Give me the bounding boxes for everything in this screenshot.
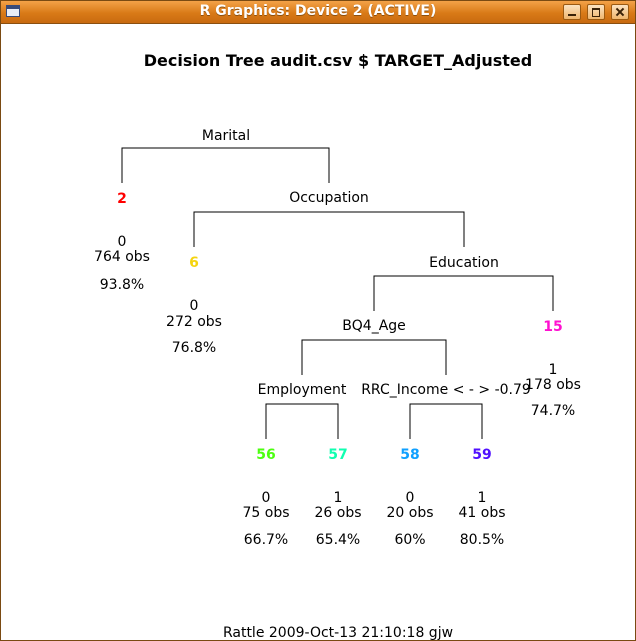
branch-root xyxy=(121,147,330,183)
branch-bq4-age xyxy=(301,339,447,375)
leaf-id: 2 xyxy=(117,191,127,207)
leaf-id: 58 xyxy=(400,447,419,463)
leaf-obs: 178 obs xyxy=(525,377,581,393)
leaf-node: 2 0 764 obs 93.8% xyxy=(94,191,150,293)
leaf-pct: 93.8% xyxy=(100,277,144,293)
leaf-id: 6 xyxy=(189,255,199,271)
leaf-node: 58 0 20 obs 60% xyxy=(386,447,433,548)
leaf-class: 0 xyxy=(118,234,127,250)
leaf-id: 15 xyxy=(543,319,562,335)
title-bar[interactable]: R Graphics: Device 2 (ACTIVE) xyxy=(1,1,635,24)
leaf-pct: 76.8% xyxy=(172,340,216,356)
leaf-class: 1 xyxy=(549,362,558,378)
close-button[interactable] xyxy=(611,4,629,20)
branch-education xyxy=(373,275,554,311)
leaf-node: 15 1 178 obs 74.7% xyxy=(525,319,581,419)
leaf-obs: 26 obs xyxy=(314,505,361,521)
leaf-pct: 80.5% xyxy=(460,532,504,548)
branch-occupation xyxy=(193,211,465,247)
leaf-obs: 764 obs xyxy=(94,249,150,265)
maximize-button[interactable] xyxy=(587,4,605,20)
split-label-employment: Employment xyxy=(258,382,347,398)
branch-rrc-income xyxy=(409,403,483,439)
leaf-node: 56 0 75 obs 66.7% xyxy=(242,447,289,548)
leaf-id: 56 xyxy=(256,447,275,463)
leaf-node: 57 1 26 obs 65.4% xyxy=(314,447,361,548)
leaf-class: 1 xyxy=(478,490,487,506)
leaf-class: 0 xyxy=(190,298,199,314)
leaf-obs: 272 obs xyxy=(166,314,222,330)
leaf-class: 1 xyxy=(334,490,343,506)
split-label-rrc-income: RRC_Income < - > -0.79 xyxy=(361,382,531,398)
leaf-pct: 60% xyxy=(394,532,425,548)
leaf-class: 0 xyxy=(406,490,415,506)
leaf-class: 0 xyxy=(262,490,271,506)
leaf-id: 57 xyxy=(328,447,347,463)
plot-footer: Rattle 2009-Oct-13 21:10:18 gjw xyxy=(223,625,453,640)
r-graphics-window: R Graphics: Device 2 (ACTIVE) Decision T… xyxy=(0,0,636,641)
leaf-node: 59 1 41 obs 80.5% xyxy=(458,447,505,548)
split-label-occupation: Occupation xyxy=(289,190,369,206)
leaf-obs: 41 obs xyxy=(458,505,505,521)
split-label-education: Education xyxy=(429,255,499,271)
split-label-marital: Marital xyxy=(202,128,250,144)
leaf-pct: 74.7% xyxy=(531,403,575,419)
minimize-button[interactable] xyxy=(563,4,581,20)
leaf-pct: 66.7% xyxy=(244,532,288,548)
leaf-obs: 75 obs xyxy=(242,505,289,521)
plot-title: Decision Tree audit.csv $ TARGET_Adjuste… xyxy=(144,51,532,70)
branch-employment xyxy=(265,403,339,439)
split-label-bq4-age: BQ4_Age xyxy=(342,318,406,334)
leaf-id: 59 xyxy=(472,447,491,463)
leaf-pct: 65.4% xyxy=(316,532,360,548)
window-title: R Graphics: Device 2 (ACTIVE) xyxy=(199,3,437,19)
leaf-node: 6 0 272 obs 76.8% xyxy=(166,255,222,356)
leaf-obs: 20 obs xyxy=(386,505,433,521)
decision-tree-plot: Decision Tree audit.csv $ TARGET_Adjuste… xyxy=(94,51,581,640)
